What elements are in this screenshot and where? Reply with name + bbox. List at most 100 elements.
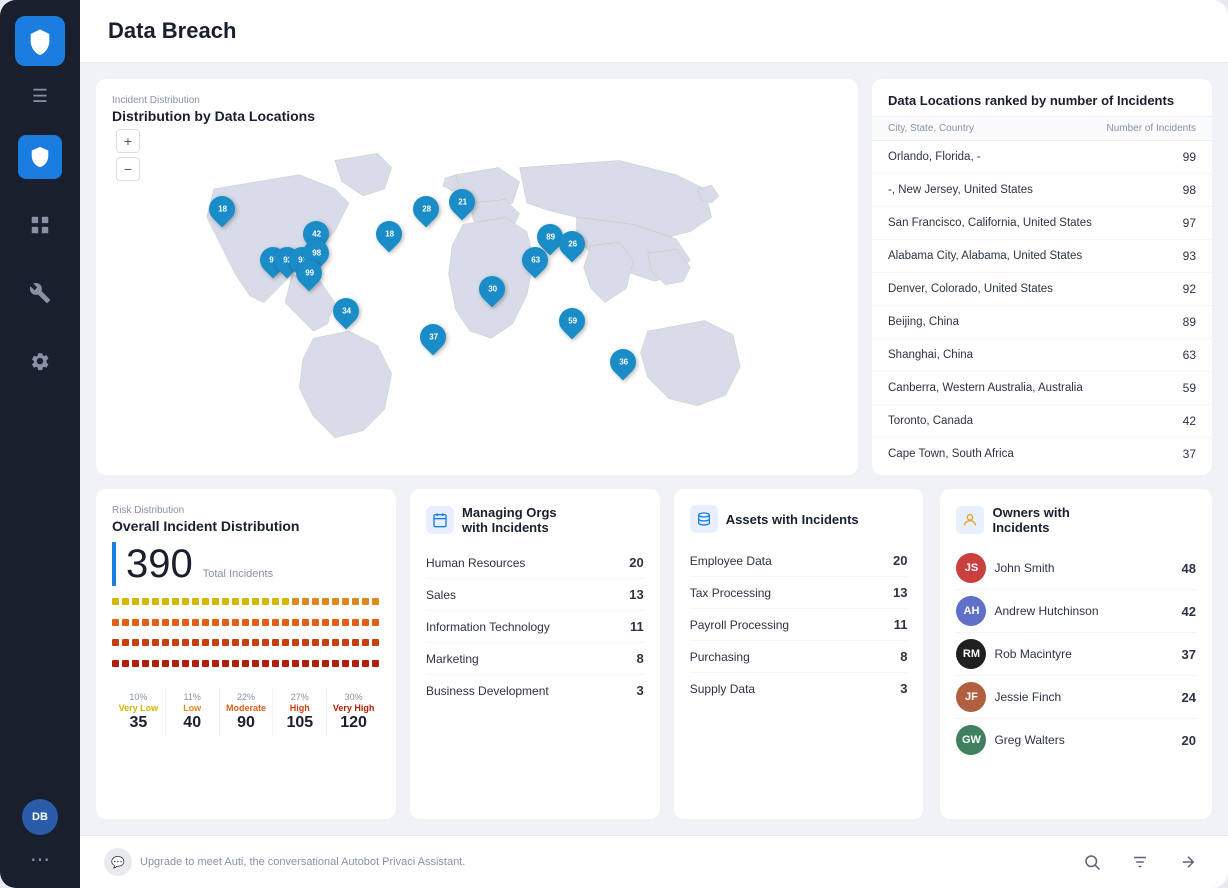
map-card: Incident Distribution Distribution by Da…: [96, 79, 858, 475]
owner-avatar: JF: [956, 682, 986, 712]
location-name: Cape Town, South Africa: [888, 448, 1014, 460]
location-count: 93: [1183, 249, 1196, 263]
owner-avatar: AH: [956, 596, 986, 626]
risk-dot: [352, 619, 359, 626]
owners-list: JS John Smith 48 AH Andrew Hutchinson 42…: [956, 547, 1196, 761]
owner-name: Jessie Finch: [994, 690, 1173, 704]
location-name: -, New Jersey, United States: [888, 184, 1033, 196]
map-pin[interactable]: 63: [522, 247, 548, 273]
risk-dot: [192, 660, 199, 667]
bottom-section: Risk Distribution Overall Incident Distr…: [96, 489, 1212, 819]
asset-count: 20: [893, 553, 907, 568]
risk-dot: [222, 639, 229, 646]
map-pin[interactable]: 59: [559, 308, 585, 334]
location-name: Shanghai, China: [888, 349, 973, 361]
risk-dot: [192, 598, 199, 605]
search-icon: [1083, 853, 1101, 871]
org-count: 13: [629, 587, 643, 602]
location-name: Denver, Colorado, United States: [888, 283, 1053, 295]
map-pin[interactable]: 34: [333, 298, 359, 324]
risk-dot: [332, 619, 339, 626]
risk-dot: [122, 639, 129, 646]
location-row: Cape Town, South Africa 37: [872, 438, 1212, 470]
risk-label: Total Incidents: [203, 568, 273, 580]
orgs-title: Managing Orgswith Incidents: [462, 505, 557, 535]
org-name: Human Resources: [426, 556, 525, 570]
risk-dot: [352, 660, 359, 667]
risk-dot: [292, 619, 299, 626]
owner-avatar: RM: [956, 639, 986, 669]
filter-icon: [1131, 853, 1149, 871]
nav-item-dashboard[interactable]: [18, 203, 62, 247]
owner-avatar: GW: [956, 725, 986, 755]
user-avatar[interactable]: DB: [22, 799, 58, 835]
risk-dot: [152, 598, 159, 605]
risk-dot: [302, 598, 309, 605]
bottom-actions: [1076, 846, 1204, 878]
risk-dot: [282, 660, 289, 667]
asset-row: Payroll Processing 11: [690, 609, 908, 641]
owners-icon: [956, 506, 984, 534]
wrench-icon: [29, 282, 51, 304]
org-name: Marketing: [426, 652, 479, 666]
risk-segment: 30% Very High 120: [327, 688, 380, 736]
orgs-icon: [426, 506, 454, 534]
risk-dot: [292, 660, 299, 667]
risk-dot: [222, 660, 229, 667]
risk-dot: [302, 639, 309, 646]
risk-dot: [322, 660, 329, 667]
risk-dot: [252, 619, 259, 626]
risk-subtitle: Risk Distribution: [112, 505, 380, 516]
zoom-out-button[interactable]: −: [116, 157, 140, 181]
chat-bubble-icon: 💬: [104, 848, 132, 876]
map-pin[interactable]: 26: [559, 231, 585, 257]
risk-dot: [312, 660, 319, 667]
risk-dot: [262, 619, 269, 626]
risk-dot: [172, 598, 179, 605]
logo-icon: [26, 27, 54, 55]
map-pin[interactable]: 30: [479, 276, 505, 302]
nav-item-shield[interactable]: [18, 135, 62, 179]
owner-count: 37: [1182, 647, 1196, 662]
map-pin[interactable]: 99: [296, 260, 322, 286]
risk-dot: [242, 639, 249, 646]
map-subtitle: Incident Distribution: [112, 95, 842, 106]
map-pin[interactable]: 18: [209, 196, 235, 222]
risk-dot: [332, 660, 339, 667]
nav-item-wrench[interactable]: [18, 271, 62, 315]
location-count: 37: [1183, 447, 1196, 461]
location-count: 42: [1183, 414, 1196, 428]
risk-dot: [162, 660, 169, 667]
sidebar-nav: [18, 135, 62, 799]
search-button[interactable]: [1076, 846, 1108, 878]
risk-dot: [202, 639, 209, 646]
location-row: San Francisco, California, United States…: [872, 207, 1212, 240]
owner-row: RM Rob Macintyre 37: [956, 633, 1196, 676]
asset-row: Employee Data 20: [690, 545, 908, 577]
asset-count: 8: [900, 649, 907, 664]
assets-card: Assets with Incidents Employee Data 20 T…: [674, 489, 927, 819]
dashboard-icon: [29, 214, 51, 236]
risk-dot: [242, 598, 249, 605]
risk-dot: [232, 619, 239, 626]
nav-item-settings[interactable]: [18, 339, 62, 383]
asset-name: Tax Processing: [690, 586, 771, 600]
export-button[interactable]: [1172, 846, 1204, 878]
map-pin[interactable]: 28: [413, 196, 439, 222]
map-pin[interactable]: 18: [376, 221, 402, 247]
risk-dot: [172, 660, 179, 667]
map-pin[interactable]: 37: [420, 324, 446, 350]
map-pin[interactable]: 36: [610, 349, 636, 375]
filter-button[interactable]: [1124, 846, 1156, 878]
risk-dot: [232, 598, 239, 605]
world-map: [112, 132, 842, 452]
risk-dot: [202, 660, 209, 667]
risk-dot: [352, 598, 359, 605]
chat-hint: 💬 Upgrade to meet Auti, the conversation…: [104, 848, 465, 876]
hamburger-menu[interactable]: ☰: [32, 86, 48, 107]
more-options[interactable]: ⋯: [30, 847, 50, 872]
location-row: Orlando, Florida, - 99: [872, 141, 1212, 174]
map-pin[interactable]: 21: [449, 189, 475, 215]
location-row: Toronto, Canada 42: [872, 405, 1212, 438]
zoom-in-button[interactable]: +: [116, 129, 140, 153]
